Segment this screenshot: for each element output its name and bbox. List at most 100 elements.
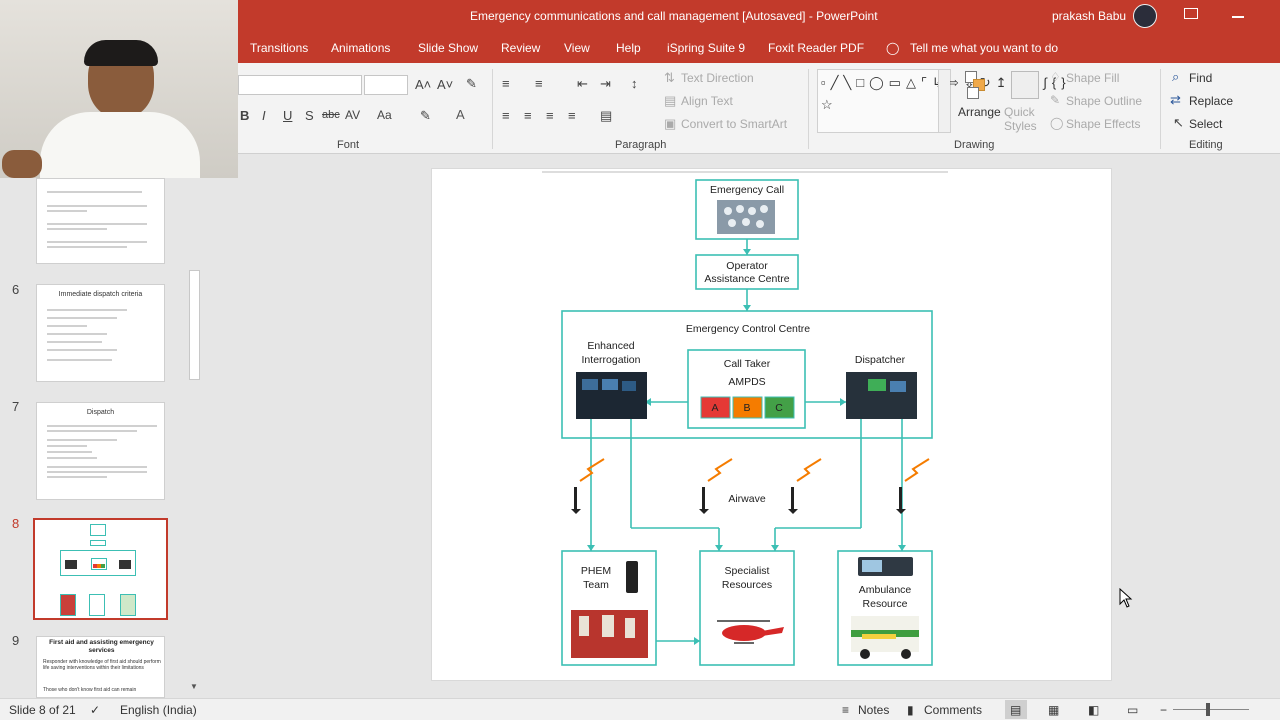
align-text-button[interactable]: Align Text xyxy=(681,94,733,108)
char-spacing-button[interactable]: AV xyxy=(345,108,360,122)
font-name-combo[interactable] xyxy=(238,75,362,95)
align-right-icon[interactable]: ≡ xyxy=(546,108,554,123)
grow-font-icon[interactable]: A˄ xyxy=(415,77,431,92)
zoom-slider-thumb[interactable] xyxy=(1206,703,1210,716)
presenter-hand xyxy=(2,150,42,178)
convert-smartart-button[interactable]: Convert to SmartArt xyxy=(681,117,787,131)
slide-thumb-9[interactable]: First aid and assisting emergency servic… xyxy=(36,636,165,698)
specialist-label-2: Resources xyxy=(722,579,772,591)
slide-thumb-6[interactable]: Immediate dispatch criteria xyxy=(36,284,165,382)
select-button[interactable]: Select xyxy=(1189,117,1222,131)
change-case-button[interactable]: Aa xyxy=(377,108,392,122)
shrink-font-icon[interactable]: A˅ xyxy=(437,77,453,92)
text-direction-icon: ⇅ xyxy=(664,70,675,85)
zoom-slider[interactable] xyxy=(1173,709,1249,710)
slide-sorter-icon[interactable]: ▦ xyxy=(1048,703,1059,717)
presenter-hair xyxy=(84,40,158,66)
slide-thumbnail-pane: 6 Immediate dispatch criteria 7 Dispatch… xyxy=(0,178,205,698)
gallery-scroll[interactable] xyxy=(938,70,950,132)
replace-button[interactable]: Replace xyxy=(1189,94,1233,108)
lightbulb-icon: ◯ xyxy=(886,41,900,55)
spellcheck-icon[interactable]: ✓ xyxy=(90,703,100,717)
text-direction-button[interactable]: Text Direction xyxy=(681,71,754,85)
avatar[interactable] xyxy=(1133,4,1157,28)
font-group-label: Font xyxy=(337,139,360,151)
strikethrough-button[interactable]: abc xyxy=(322,109,340,121)
shape-fill-button[interactable]: Shape Fill xyxy=(1066,71,1119,85)
clear-format-icon[interactable]: ✎ xyxy=(466,76,477,92)
comments-button[interactable]: Comments xyxy=(924,703,982,717)
minimize-icon[interactable] xyxy=(1232,16,1244,18)
notes-icon: ≡ xyxy=(842,703,850,717)
shape-outline-icon: ✎ xyxy=(1050,93,1061,107)
ecc-label: Emergency Control Centre xyxy=(686,323,810,335)
slideshow-view-icon[interactable]: ▭ xyxy=(1127,703,1138,717)
arrange-button[interactable]: Arrange xyxy=(958,105,1001,119)
slide-number-8: 8 xyxy=(12,516,20,531)
slide-thumb-8-selected[interactable] xyxy=(33,518,168,620)
arrange-icon[interactable] xyxy=(963,71,993,101)
phem-label-2: Team xyxy=(583,579,609,591)
zoom-out-icon[interactable]: − xyxy=(1160,703,1167,717)
justify-icon[interactable]: ≡ xyxy=(568,108,576,123)
window-title: Emergency communications and call manage… xyxy=(470,9,878,23)
reading-view-icon[interactable]: ◧ xyxy=(1088,703,1099,717)
line-spacing-icon[interactable]: ↕ xyxy=(631,76,638,91)
shape-icons[interactable]: ▫╱╲□◯▭△⌜↳⇨⇩↻↥↶↷∫{}☆ xyxy=(821,72,1066,116)
increase-indent-icon[interactable]: ⇥ xyxy=(600,76,611,92)
shape-effects-icon: ◯ xyxy=(1050,116,1064,130)
ambulance-label-2: Resource xyxy=(863,598,908,610)
decrease-indent-icon[interactable]: ⇤ xyxy=(577,76,588,92)
slide-thumb-5[interactable] xyxy=(36,178,165,264)
slide-number-7: 7 xyxy=(12,399,20,414)
tab-help[interactable]: Help xyxy=(616,41,641,55)
italic-button[interactable]: I xyxy=(262,108,266,123)
align-center-icon[interactable]: ≡ xyxy=(524,108,532,123)
align-left-icon[interactable]: ≡ xyxy=(502,108,510,123)
shapes-gallery[interactable]: ▫╱╲□◯▭△⌜↳⇨⇩↻↥↶↷∫{}☆ xyxy=(817,69,1066,133)
shadow-button[interactable]: S xyxy=(305,108,314,123)
shape-outline-button[interactable]: Shape Outline xyxy=(1066,94,1142,108)
scrollbar-thumb[interactable] xyxy=(189,270,200,380)
scroll-down-icon[interactable]: ▼ xyxy=(190,682,198,691)
specialist-label-1: Specialist xyxy=(725,565,770,577)
tab-ispring[interactable]: iSpring Suite 9 xyxy=(667,41,745,55)
mouse-cursor-icon xyxy=(1119,588,1133,608)
dispatcher-label: Dispatcher xyxy=(855,354,906,366)
columns-icon[interactable]: ▤ xyxy=(600,108,612,124)
emergency-call-diagram: Emergency Call Operator Assistance Centr… xyxy=(542,171,948,666)
tab-animations[interactable]: Animations xyxy=(331,41,390,55)
operator-label-1: Operator xyxy=(726,260,768,272)
slide-thumb-7[interactable]: Dispatch xyxy=(36,402,165,500)
bold-button[interactable]: B xyxy=(240,108,249,123)
font-color-button[interactable]: A xyxy=(456,107,465,122)
operator-label-2: Assistance Centre xyxy=(704,273,789,285)
shape-effects-button[interactable]: Shape Effects xyxy=(1066,117,1141,131)
slide-canvas[interactable]: Emergency Call Operator Assistance Centr… xyxy=(431,168,1112,681)
smartart-icon: ▣ xyxy=(664,116,677,131)
tab-view[interactable]: View xyxy=(564,41,590,55)
bullets-icon[interactable]: ≡ xyxy=(502,76,510,91)
slide6-title: Immediate dispatch criteria xyxy=(58,291,143,298)
highlight-icon[interactable]: ✎ xyxy=(420,108,431,124)
enhanced-label-2: Interrogation xyxy=(582,354,641,366)
language-indicator[interactable]: English (India) xyxy=(120,703,197,717)
notes-button[interactable]: Notes xyxy=(858,703,889,717)
tab-slide-show[interactable]: Slide Show xyxy=(418,41,478,55)
tab-review[interactable]: Review xyxy=(501,41,540,55)
comments-icon: ▮ xyxy=(907,703,914,717)
font-size-combo[interactable] xyxy=(364,75,408,95)
find-button[interactable]: Find xyxy=(1189,71,1212,85)
tab-foxit[interactable]: Foxit Reader PDF xyxy=(768,41,864,55)
quick-styles-button[interactable]: Quick Styles xyxy=(1004,105,1044,133)
slide-number-6: 6 xyxy=(12,282,20,297)
ribbon-display-icon[interactable] xyxy=(1184,8,1198,19)
tab-transitions[interactable]: Transitions xyxy=(250,41,308,55)
ambulance-label-1: Ambulance xyxy=(859,584,912,596)
tell-me-box[interactable]: Tell me what you want to do xyxy=(910,41,1058,55)
slide7-title: Dispatch xyxy=(86,409,115,416)
thumbnail-scrollbar[interactable]: ▼ xyxy=(187,178,202,698)
numbering-icon[interactable]: ≡ xyxy=(535,76,543,91)
user-name[interactable]: prakash Babu xyxy=(1052,9,1126,23)
underline-button[interactable]: U xyxy=(283,108,292,123)
